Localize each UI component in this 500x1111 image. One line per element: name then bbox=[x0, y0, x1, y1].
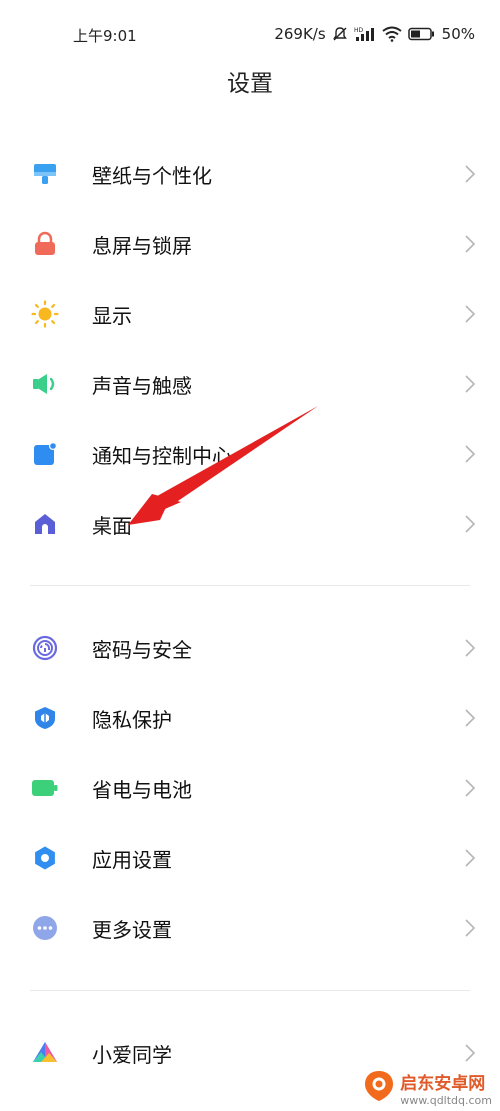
settings-item-label: 更多设置 bbox=[92, 917, 172, 942]
settings-item-sound[interactable]: 声音与触感 bbox=[0, 349, 500, 419]
fingerprint-icon bbox=[31, 634, 59, 662]
watermark-name: 启东安卓网 bbox=[400, 1074, 486, 1094]
watermark: 启东安卓网 www.qdltdq.com bbox=[362, 1069, 492, 1107]
chevron-right-icon bbox=[465, 445, 476, 463]
more-icon bbox=[31, 914, 59, 942]
settings-item-apps[interactable]: 应用设置 bbox=[0, 823, 500, 893]
chevron-right-icon bbox=[465, 515, 476, 533]
settings-item-label: 密码与安全 bbox=[92, 637, 192, 662]
net-speed: 269K/s bbox=[274, 25, 326, 43]
lock-icon bbox=[31, 230, 59, 258]
settings-item-label: 息屏与锁屏 bbox=[92, 233, 192, 258]
settings-item-password-security[interactable]: 密码与安全 bbox=[0, 613, 500, 683]
settings-item-label: 通知与控制中心 bbox=[92, 443, 232, 468]
battery-status-icon bbox=[407, 27, 436, 41]
settings-item-display[interactable]: 显示 bbox=[0, 279, 500, 349]
battery-icon bbox=[31, 774, 59, 802]
section-divider bbox=[30, 585, 470, 586]
chevron-right-icon bbox=[465, 639, 476, 657]
gear-icon bbox=[31, 844, 59, 872]
chevron-right-icon bbox=[465, 235, 476, 253]
status-right: 269K/s HD 50% bbox=[274, 25, 475, 43]
chevron-right-icon bbox=[465, 709, 476, 727]
section-divider bbox=[30, 990, 470, 991]
settings-item-wallpaper[interactable]: 壁纸与个性化 bbox=[0, 139, 500, 209]
settings-item-label: 隐私保护 bbox=[92, 707, 172, 732]
settings-item-label: 声音与触感 bbox=[92, 373, 192, 398]
signal-icon: HD bbox=[354, 26, 376, 42]
settings-item-privacy[interactable]: 隐私保护 bbox=[0, 683, 500, 753]
chevron-right-icon bbox=[465, 305, 476, 323]
notification-icon bbox=[31, 440, 59, 468]
chevron-right-icon bbox=[465, 779, 476, 797]
watermark-text: 启东安卓网 www.qdltdq.com bbox=[400, 1069, 492, 1107]
settings-item-label: 壁纸与个性化 bbox=[92, 163, 212, 188]
chevron-right-icon bbox=[465, 165, 476, 183]
mute-icon bbox=[332, 26, 348, 42]
status-time: 上午9:01 bbox=[73, 27, 137, 45]
privacy-icon bbox=[31, 704, 59, 732]
chevron-right-icon bbox=[465, 1044, 476, 1062]
status-bar: 上午9:01 269K/s HD 50% bbox=[0, 0, 500, 70]
speaker-icon bbox=[31, 370, 59, 398]
settings-item-notifications[interactable]: 通知与控制中心 bbox=[0, 419, 500, 489]
chevron-right-icon bbox=[465, 849, 476, 867]
watermark-url: www.qdltdq.com bbox=[400, 1094, 492, 1107]
settings-item-battery[interactable]: 省电与电池 bbox=[0, 753, 500, 823]
wifi-icon bbox=[382, 26, 402, 42]
page-title: 设置 bbox=[227, 71, 273, 97]
settings-item-label: 应用设置 bbox=[92, 847, 172, 872]
xiaoai-icon bbox=[31, 1039, 59, 1067]
settings-item-label: 桌面 bbox=[92, 513, 132, 538]
settings-item-label: 显示 bbox=[92, 303, 132, 328]
settings-item-label: 省电与电池 bbox=[92, 777, 192, 802]
chevron-right-icon bbox=[465, 919, 476, 937]
home-icon bbox=[31, 510, 59, 538]
svg-text:HD: HD bbox=[354, 27, 364, 34]
settings-item-label: 小爱同学 bbox=[92, 1042, 172, 1067]
battery-percent: 50% bbox=[441, 25, 475, 43]
sun-icon bbox=[31, 300, 59, 328]
wallpaper-icon bbox=[31, 160, 59, 188]
settings-item-lockscreen[interactable]: 息屏与锁屏 bbox=[0, 209, 500, 279]
chevron-right-icon bbox=[465, 375, 476, 393]
settings-item-desktop[interactable]: 桌面 bbox=[0, 489, 500, 559]
settings-item-more[interactable]: 更多设置 bbox=[0, 893, 500, 963]
watermark-logo-icon bbox=[362, 1069, 396, 1107]
